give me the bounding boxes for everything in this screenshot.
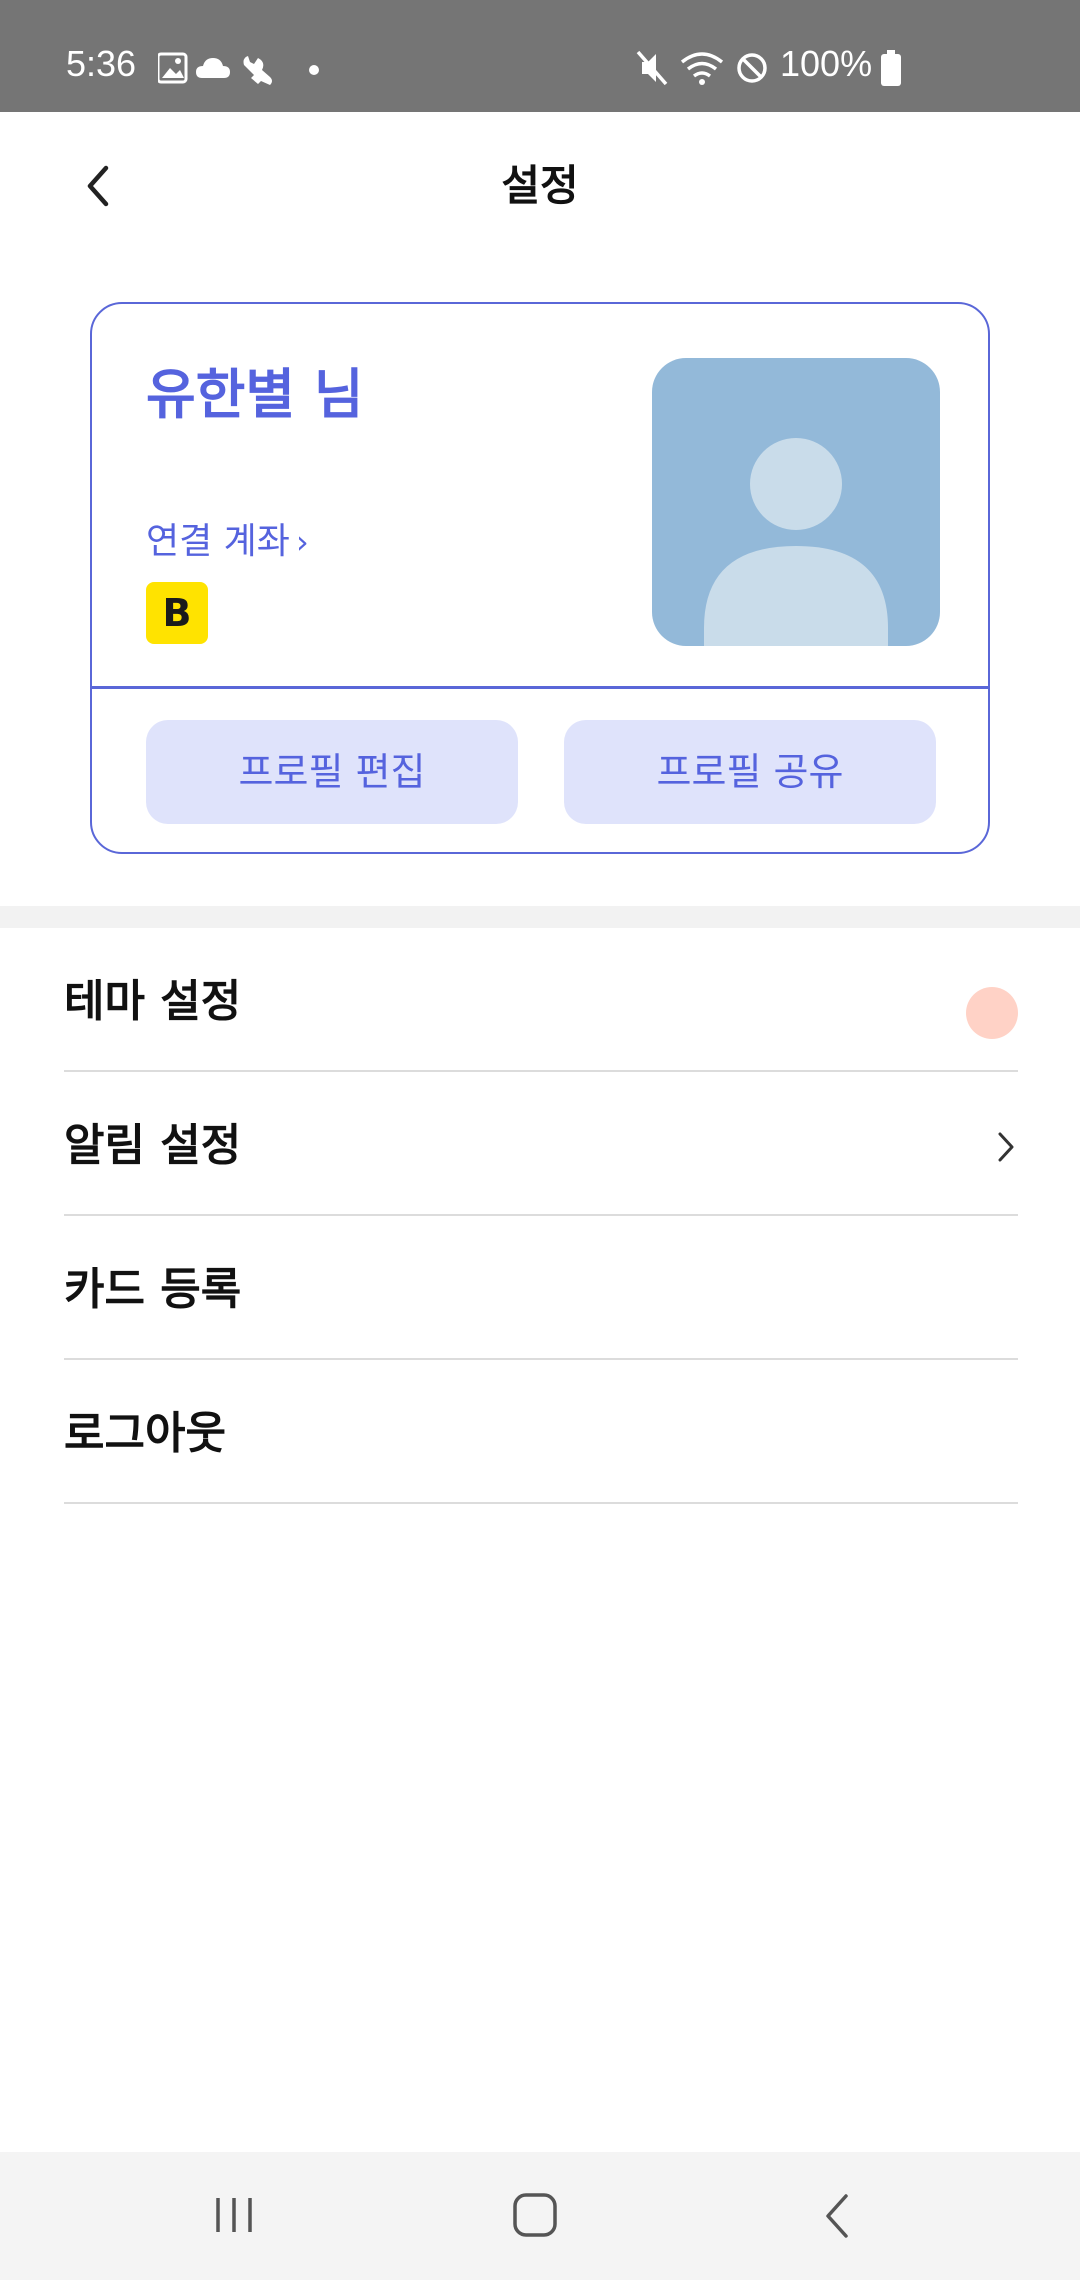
menu-item-label: 로그아웃 [64,1408,226,1459]
settings-screen: 5:36 100% 설정 유한별 님 연결 계좌 › B 프로필 편집 프로필 … [0,0,1080,2280]
status-left-icons [158,52,319,85]
status-time: 5:36 [66,43,137,84]
battery-percent: 100% [780,43,873,84]
person-icon [704,438,888,646]
menu-item-notifications[interactable]: 알림 설정 [64,1072,1018,1216]
wifi-icon [680,52,724,85]
profile-name: 유한별 님 [146,363,364,426]
system-nav-bar [0,2152,1080,2280]
wrench-icon [243,56,272,85]
profile-card: 유한별 님 연결 계좌 › B 프로필 편집 프로필 공유 [90,302,990,854]
settings-menu: 테마 설정 알림 설정 카드 등록 로그아웃 [64,928,1018,1504]
avatar[interactable] [652,358,940,646]
dot-icon [309,65,319,75]
header: 설정 [0,112,1080,258]
chevron-right-icon: › [295,523,309,561]
image-icon [158,52,188,84]
share-profile-button[interactable]: 프로필 공유 [564,720,936,824]
chevron-right-icon [998,1132,1014,1162]
menu-item-label: 알림 설정 [64,1120,242,1171]
home-icon[interactable] [512,2192,558,2238]
linked-account-label: 연결 계좌 [146,521,290,562]
status-bar: 5:36 100% [0,0,1080,112]
mute-icon [636,50,668,86]
menu-item-label: 테마 설정 [64,976,242,1027]
edit-profile-button[interactable]: 프로필 편집 [146,720,518,824]
page-title: 설정 [501,161,579,210]
linked-account-link[interactable]: 연결 계좌 › [146,520,309,564]
theme-color-indicator [966,987,1018,1039]
nav-back-icon[interactable] [822,2192,852,2240]
cloud-icon [196,58,230,78]
menu-item-logout[interactable]: 로그아웃 [64,1360,1018,1504]
section-divider [0,906,1080,928]
bank-logo-icon: B [146,582,208,644]
status-right-icons [636,50,767,86]
card-divider [92,686,988,689]
battery-icon [881,50,901,86]
recent-apps-icon[interactable] [212,2194,256,2236]
menu-item-card-registration[interactable]: 카드 등록 [64,1216,1018,1360]
menu-item-label: 카드 등록 [64,1264,242,1315]
menu-item-theme[interactable]: 테마 설정 [64,928,1018,1072]
block-icon [737,53,767,83]
